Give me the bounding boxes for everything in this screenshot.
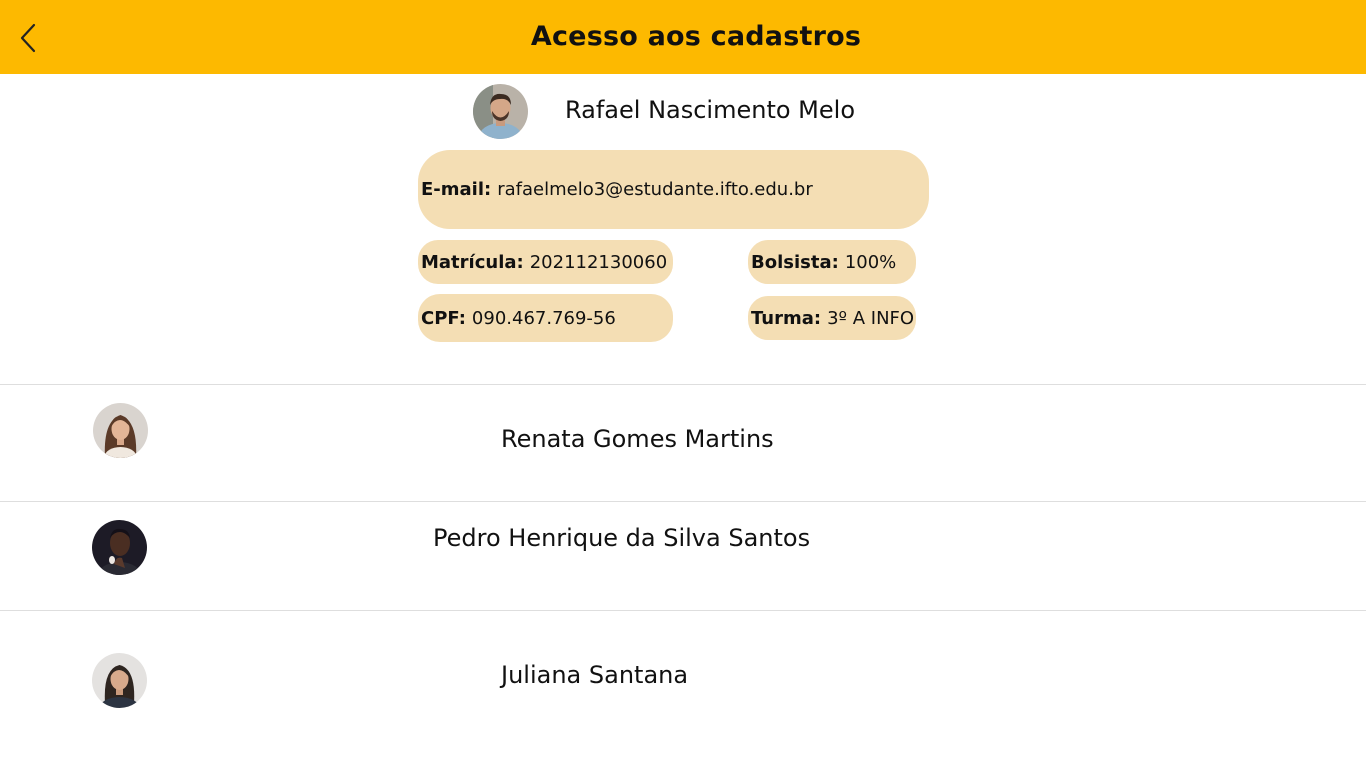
app-header: Acesso aos cadastros — [0, 0, 1366, 74]
divider — [0, 610, 1366, 611]
page-title: Acesso aos cadastros — [530, 20, 862, 52]
student-name[interactable]: Pedro Henrique da Silva Santos — [433, 524, 810, 552]
matricula-field: Matrícula: 202112130060 — [418, 240, 673, 284]
person-photo-icon — [92, 520, 147, 575]
email-value: rafaelmelo3@estudante.ifto.edu.br — [497, 179, 813, 200]
bolsista-field: Bolsista: 100% — [748, 240, 916, 284]
cpf-value: 090.467.769-56 — [471, 307, 616, 329]
student-name[interactable]: Juliana Santana — [501, 661, 688, 689]
cpf-label: CPF: — [421, 307, 466, 329]
avatar-pedro[interactable] — [92, 520, 147, 575]
cpf-field: CPF: 090.467.769-56 — [418, 294, 673, 342]
avatar-renata[interactable] — [93, 403, 148, 458]
email-field: E-mail: rafaelmelo3@estudante.ifto.edu.b… — [418, 150, 929, 229]
avatar-juliana[interactable] — [92, 653, 147, 708]
turma-value: 3º A INFO — [827, 307, 915, 329]
matricula-label: Matrícula: — [421, 251, 524, 273]
turma-label: Turma: — [751, 307, 822, 329]
divider — [0, 384, 1366, 385]
person-photo-icon — [92, 653, 147, 708]
turma-field: Turma: 3º A INFO — [748, 296, 916, 340]
matricula-value: 202112130060 — [529, 251, 668, 273]
bolsista-value: 100% — [844, 251, 897, 273]
divider — [0, 501, 1366, 502]
person-photo-icon — [473, 84, 528, 139]
email-label: E-mail: — [421, 179, 492, 200]
selected-student-name[interactable]: Rafael Nascimento Melo — [565, 96, 855, 124]
student-name[interactable]: Renata Gomes Martins — [501, 425, 774, 453]
bolsista-label: Bolsista: — [751, 251, 839, 273]
person-photo-icon — [93, 403, 148, 458]
avatar-rafael[interactable] — [473, 84, 528, 139]
